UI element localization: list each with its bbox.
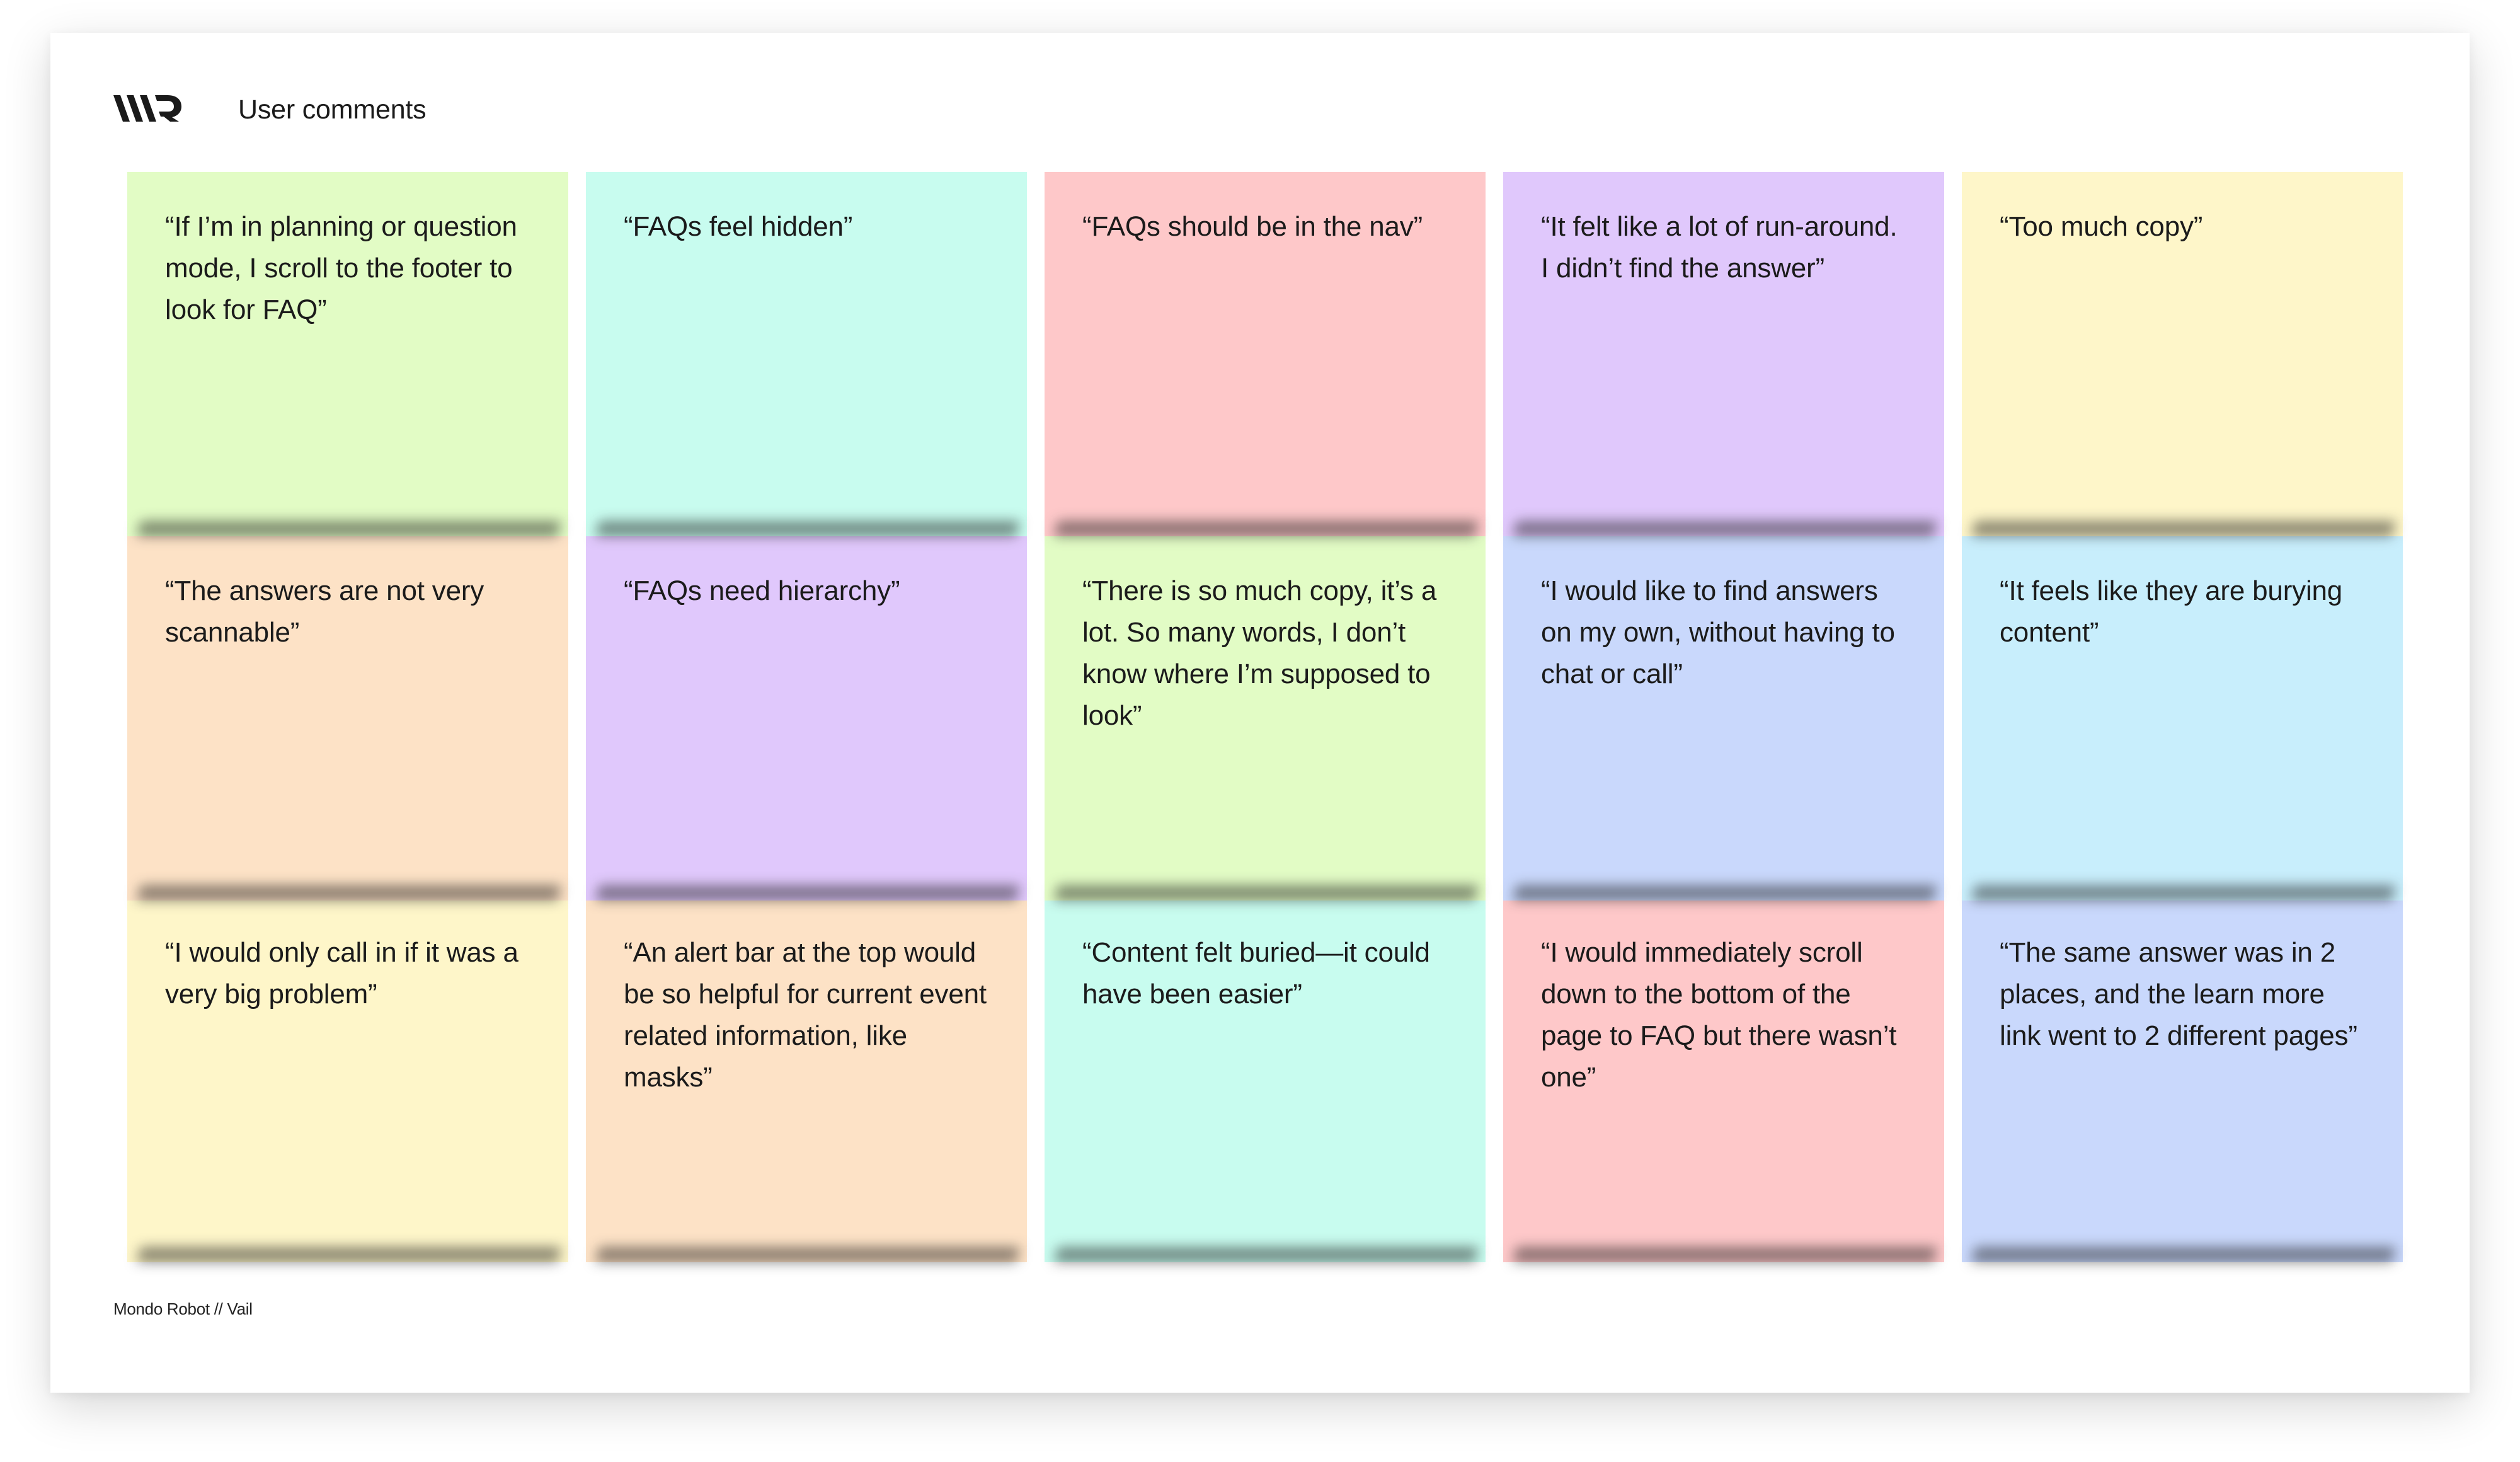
sticky-note[interactable]: “FAQs need hierarchy” (586, 536, 1027, 901)
sticky-note-text: “It feels like they are burying content” (2000, 575, 2343, 648)
sticky-note[interactable]: “I would immediately scroll down to the … (1503, 898, 1944, 1262)
sticky-note-text: “The answers are not very scannable” (165, 575, 484, 648)
sticky-note-text: “I would only call in if it was a very b… (165, 937, 518, 1010)
sticky-note[interactable]: “FAQs feel hidden” (586, 172, 1027, 536)
sticky-note-text: “There is so much copy, it’s a lot. So m… (1082, 575, 1437, 731)
sticky-note-text: “FAQs need hierarchy” (624, 575, 900, 606)
mondo-robot-logo-icon (113, 95, 181, 122)
sticky-note-text: “It felt like a lot of run-around. I did… (1541, 211, 1898, 284)
page-title: User comments (238, 95, 427, 125)
board-canvas: User comments “If I’m in planning or que… (50, 33, 2470, 1393)
sticky-note[interactable]: “Content felt buried—it could have been … (1045, 898, 1486, 1262)
sticky-note-text: “Too much copy” (2000, 211, 2203, 242)
sticky-note-text: “FAQs feel hidden” (624, 211, 853, 242)
footer-credit: Mondo Robot // Vail (113, 1299, 253, 1318)
sticky-note[interactable]: “It felt like a lot of run-around. I did… (1503, 172, 1944, 536)
sticky-note[interactable]: “The same answer was in 2 places, and th… (1962, 898, 2403, 1262)
sticky-note-text: “The same answer was in 2 places, and th… (2000, 937, 2357, 1051)
sticky-note[interactable]: “It feels like they are burying content” (1962, 536, 2403, 901)
sticky-note[interactable]: “The answers are not very scannable” (127, 536, 568, 901)
sticky-note-text: “FAQs should be in the nav” (1082, 211, 1423, 242)
sticky-note-text: “An alert bar at the top would be so hel… (624, 937, 987, 1093)
sticky-note[interactable]: “There is so much copy, it’s a lot. So m… (1045, 536, 1486, 901)
sticky-note-text: “Content felt buried—it could have been … (1082, 937, 1430, 1010)
sticky-note-text: “I would immediately scroll down to the … (1541, 937, 1897, 1093)
sticky-note[interactable]: “I would only call in if it was a very b… (127, 898, 568, 1262)
sticky-note[interactable]: “An alert bar at the top would be so hel… (586, 898, 1027, 1262)
sticky-note-grid: “If I’m in planning or question mode, I … (127, 172, 2405, 1263)
sticky-note[interactable]: “I would like to find answers on my own,… (1503, 536, 1944, 901)
sticky-note[interactable]: “If I’m in planning or question mode, I … (127, 172, 568, 536)
sticky-note[interactable]: “Too much copy” (1962, 172, 2403, 536)
sticky-note-text: “I would like to find answers on my own,… (1541, 575, 1895, 689)
sticky-note[interactable]: “FAQs should be in the nav” (1045, 172, 1486, 536)
sticky-note-text: “If I’m in planning or question mode, I … (165, 211, 517, 325)
